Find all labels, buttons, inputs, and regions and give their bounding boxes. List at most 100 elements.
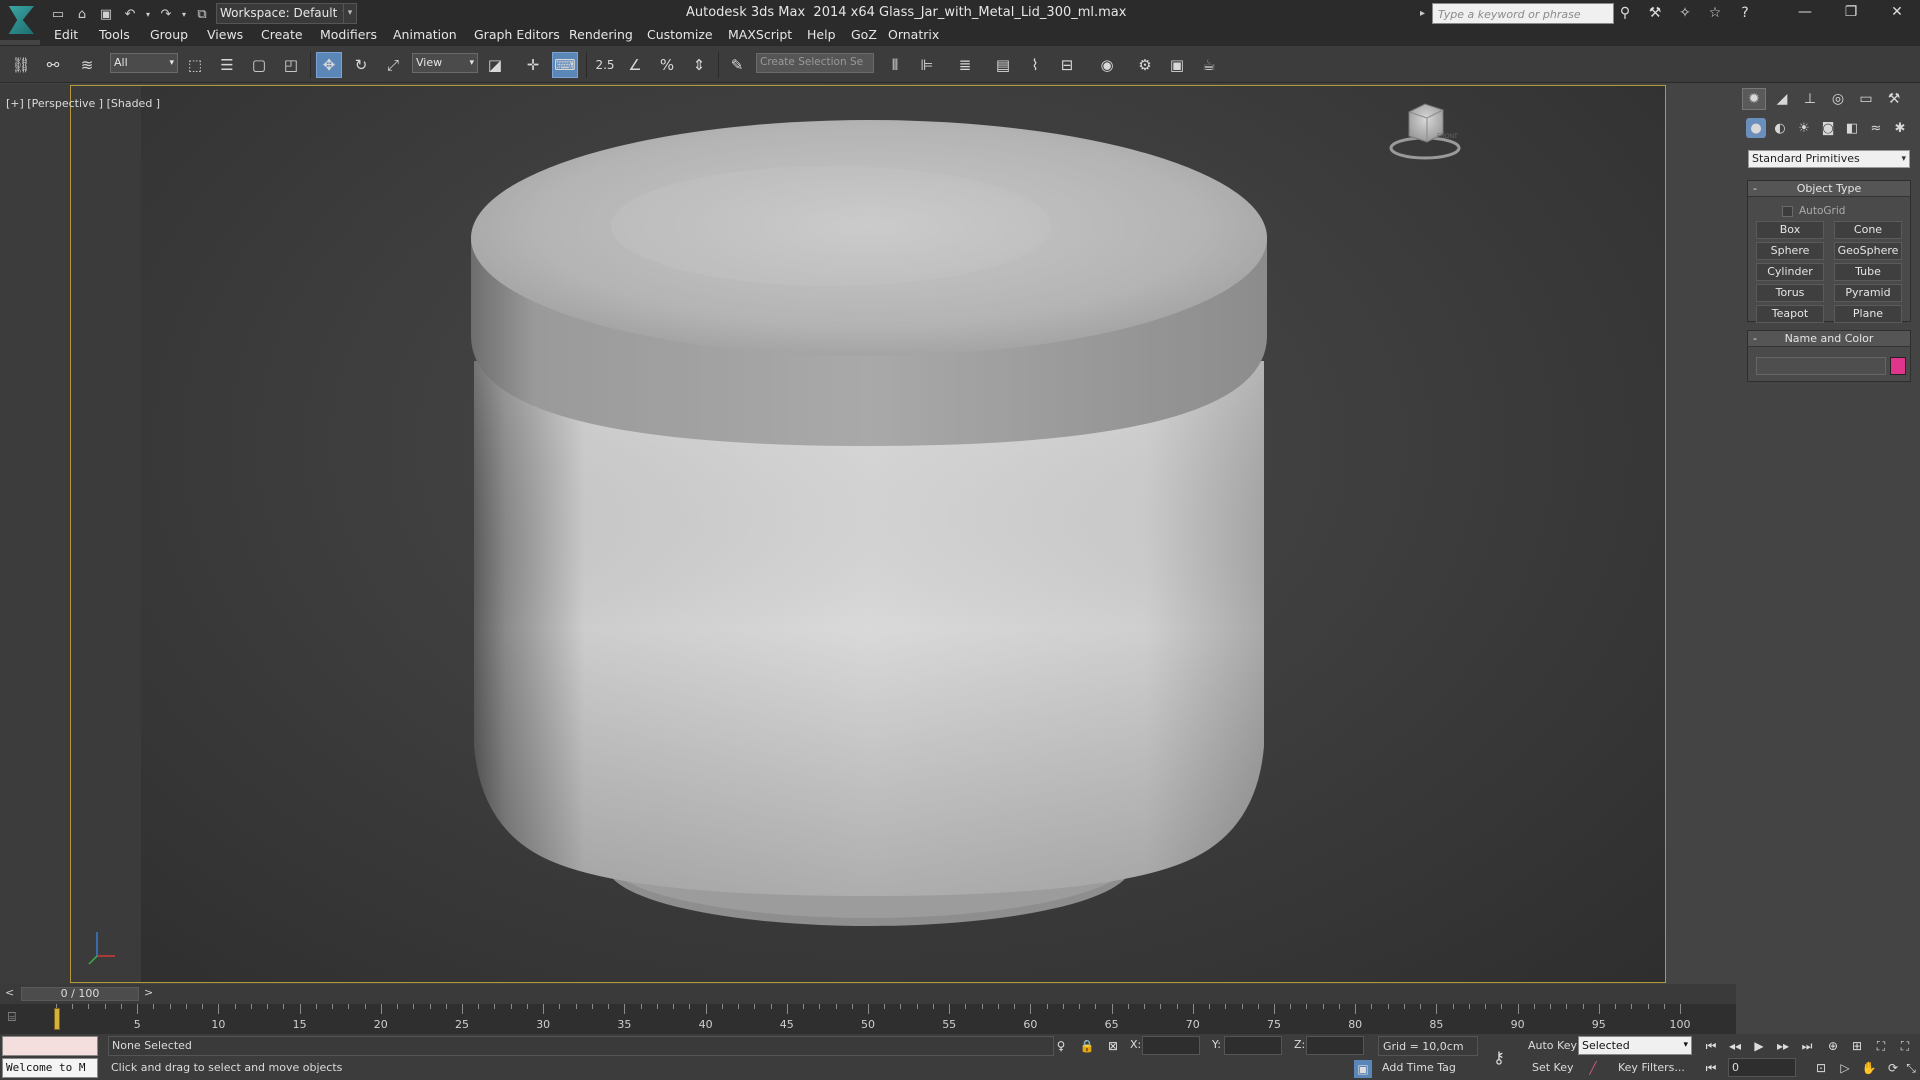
menu-ornatrix[interactable]: Ornatrix (888, 27, 939, 42)
motion-tab-icon[interactable]: ◎ (1826, 88, 1850, 110)
zoom-icon[interactable]: ⊕ (1822, 1036, 1844, 1056)
perspective-viewport[interactable]: FRONT (70, 85, 1666, 983)
workspace-dropdown[interactable]: Workspace: Default▾ (216, 3, 350, 24)
graphite-ribbon-icon[interactable]: ▤ (990, 52, 1016, 78)
help-icon[interactable]: ? (1734, 2, 1756, 24)
geosphere-button[interactable]: GeoSphere (1834, 242, 1902, 260)
menu-create[interactable]: Create (261, 27, 303, 42)
isolate-selection-icon[interactable]: ♀ (1052, 1037, 1070, 1055)
auto-key-button[interactable]: Auto Key (1528, 1036, 1577, 1055)
redo-icon[interactable]: ↷ (156, 4, 176, 24)
named-selection-set-field[interactable]: Create Selection Se (757, 54, 873, 72)
geometry-icon[interactable]: ● (1746, 118, 1766, 138)
save-file-icon[interactable]: ▣ (96, 4, 116, 24)
hierarchy-tab-icon[interactable]: ⊥ (1798, 88, 1822, 110)
cylinder-button[interactable]: Cylinder (1756, 263, 1824, 281)
selection-filter-dropdown[interactable]: All ▾ (110, 53, 178, 73)
select-and-move-icon[interactable]: ✥ (316, 52, 342, 78)
box-button[interactable]: Box (1756, 221, 1824, 239)
time-slider-thumb[interactable]: 0 / 100 (21, 987, 139, 1001)
systems-icon[interactable]: ✱ (1890, 118, 1910, 138)
menu-help[interactable]: Help (807, 27, 836, 42)
menu-group[interactable]: Group (150, 27, 188, 42)
maxscript-listener-input[interactable] (2, 1036, 98, 1056)
x-coordinate-field[interactable] (1142, 1036, 1200, 1055)
go-to-end-icon[interactable]: ⏭ (1796, 1036, 1818, 1056)
menu-modifiers[interactable]: Modifiers (320, 27, 377, 42)
menu-animation[interactable]: Animation (393, 27, 457, 42)
time-slider[interactable]: < 0 / 100 > (0, 984, 1736, 1004)
play-icon[interactable]: ▶ (1748, 1036, 1770, 1056)
zoom-extents-all-icon[interactable]: ⛶ (1894, 1036, 1916, 1056)
selection-lock-icon[interactable]: 🔒 (1078, 1037, 1096, 1055)
menu-rendering[interactable]: Rendering (569, 27, 633, 42)
material-editor-icon[interactable]: ◉ (1094, 52, 1120, 78)
zoom-extents-icon[interactable]: ⛶ (1870, 1036, 1892, 1056)
search-input[interactable]: Type a keyword or phrase (1432, 3, 1614, 24)
menu-edit[interactable]: Edit (54, 27, 78, 42)
primitive-category-dropdown[interactable]: Standard Primitives ▾ (1748, 150, 1910, 168)
menu-goz[interactable]: GoZ (851, 27, 877, 42)
sphere-button[interactable]: Sphere (1756, 242, 1824, 260)
tube-button[interactable]: Tube (1834, 263, 1902, 281)
modify-tab-icon[interactable]: ◢ (1770, 88, 1794, 110)
render-production-icon[interactable]: ☕ (1196, 52, 1222, 78)
undo-dropdown-icon[interactable]: ▾ (144, 4, 152, 24)
shapes-icon[interactable]: ◐ (1770, 118, 1790, 138)
track-bar[interactable]: ⌸ 5 10 15 20 25 30 35 40 45 50 55 60 65 70 75 80 85 90 95 1… (0, 1004, 1736, 1034)
set-key-icon[interactable]: ⚷ (1490, 1048, 1508, 1067)
absolute-mode-icon[interactable]: ⊠ (1104, 1037, 1122, 1055)
pyramid-button[interactable]: Pyramid (1834, 284, 1902, 302)
y-coordinate-field[interactable] (1224, 1036, 1282, 1055)
menu-tools[interactable]: Tools (99, 27, 130, 42)
key-filters-button[interactable]: Key Filters... (1618, 1058, 1685, 1077)
binoculars-icon[interactable]: ⚲ (1614, 2, 1636, 24)
curve-editor-icon[interactable]: ⌇ (1022, 52, 1048, 78)
time-tag-icon[interactable]: ▣ (1354, 1060, 1372, 1078)
redo-dropdown-icon[interactable]: ▾ (180, 4, 188, 24)
cameras-icon[interactable]: ◙ (1818, 118, 1838, 138)
mini-curve-editor-icon[interactable]: ⌸ (8, 1010, 34, 1030)
time-next-icon[interactable]: > (144, 986, 153, 999)
align-icon[interactable]: ⊫ (914, 52, 940, 78)
field-of-view-icon[interactable]: ▷ (1834, 1058, 1856, 1078)
restore-button[interactable]: ❐ (1828, 0, 1874, 24)
app-logo-icon[interactable] (0, 0, 40, 40)
window-crossing-icon[interactable]: ◰ (278, 52, 304, 78)
menu-maxscript[interactable]: MAXScript (728, 27, 792, 42)
menu-views[interactable]: Views (207, 27, 243, 42)
new-file-icon[interactable]: ▭ (48, 4, 68, 24)
time-prev-icon[interactable]: < (5, 986, 14, 999)
project-folder-icon[interactable]: ⧉ (192, 4, 212, 24)
key-mode-toggle-icon[interactable]: ⏮ (1700, 1058, 1722, 1078)
undo-icon[interactable]: ↶ (120, 4, 140, 24)
pan-view-icon[interactable]: ✋ (1858, 1058, 1880, 1078)
zoom-all-icon[interactable]: ⊞ (1846, 1036, 1868, 1056)
schematic-view-icon[interactable]: ⊟ (1054, 52, 1080, 78)
quick-access-dropdown[interactable]: ▾ (343, 3, 357, 24)
lights-icon[interactable]: ☀ (1794, 118, 1814, 138)
select-object-icon[interactable]: ⬚ (182, 52, 208, 78)
space-warps-icon[interactable]: ≈ (1866, 118, 1886, 138)
edit-named-selection-icon[interactable]: ✎ (724, 52, 750, 78)
keyboard-shortcut-override-icon[interactable]: ⌨ (552, 52, 578, 78)
communication-icon[interactable]: ✧ (1674, 2, 1696, 24)
favorites-star-icon[interactable]: ☆ (1704, 2, 1726, 24)
select-by-name-icon[interactable]: ☰ (214, 52, 240, 78)
unlink-icon[interactable]: ⚯ (40, 52, 66, 78)
display-tab-icon[interactable]: ▭ (1854, 88, 1878, 110)
rectangular-selection-icon[interactable]: ▢ (246, 52, 272, 78)
spinner-snap-icon[interactable]: ⇕ (686, 52, 712, 78)
close-button[interactable]: ✕ (1874, 0, 1920, 24)
subscription-icon[interactable]: ⚒ (1644, 2, 1666, 24)
select-and-scale-icon[interactable]: ⤢ (380, 52, 406, 78)
autogrid-row[interactable]: AutoGrid (1782, 205, 1845, 217)
set-key-button[interactable]: Set Key (1532, 1058, 1574, 1077)
z-coordinate-field[interactable] (1306, 1036, 1364, 1055)
rendered-frame-window-icon[interactable]: ▣ (1164, 52, 1190, 78)
go-to-start-icon[interactable]: ⏮ (1700, 1036, 1722, 1056)
viewport-label[interactable]: [+] [Perspective ] [Shaded ] (6, 97, 160, 110)
bind-space-warp-icon[interactable]: ≋ (74, 52, 100, 78)
plane-button[interactable]: Plane (1834, 305, 1902, 323)
mirror-icon[interactable]: ⫴ (882, 52, 908, 78)
